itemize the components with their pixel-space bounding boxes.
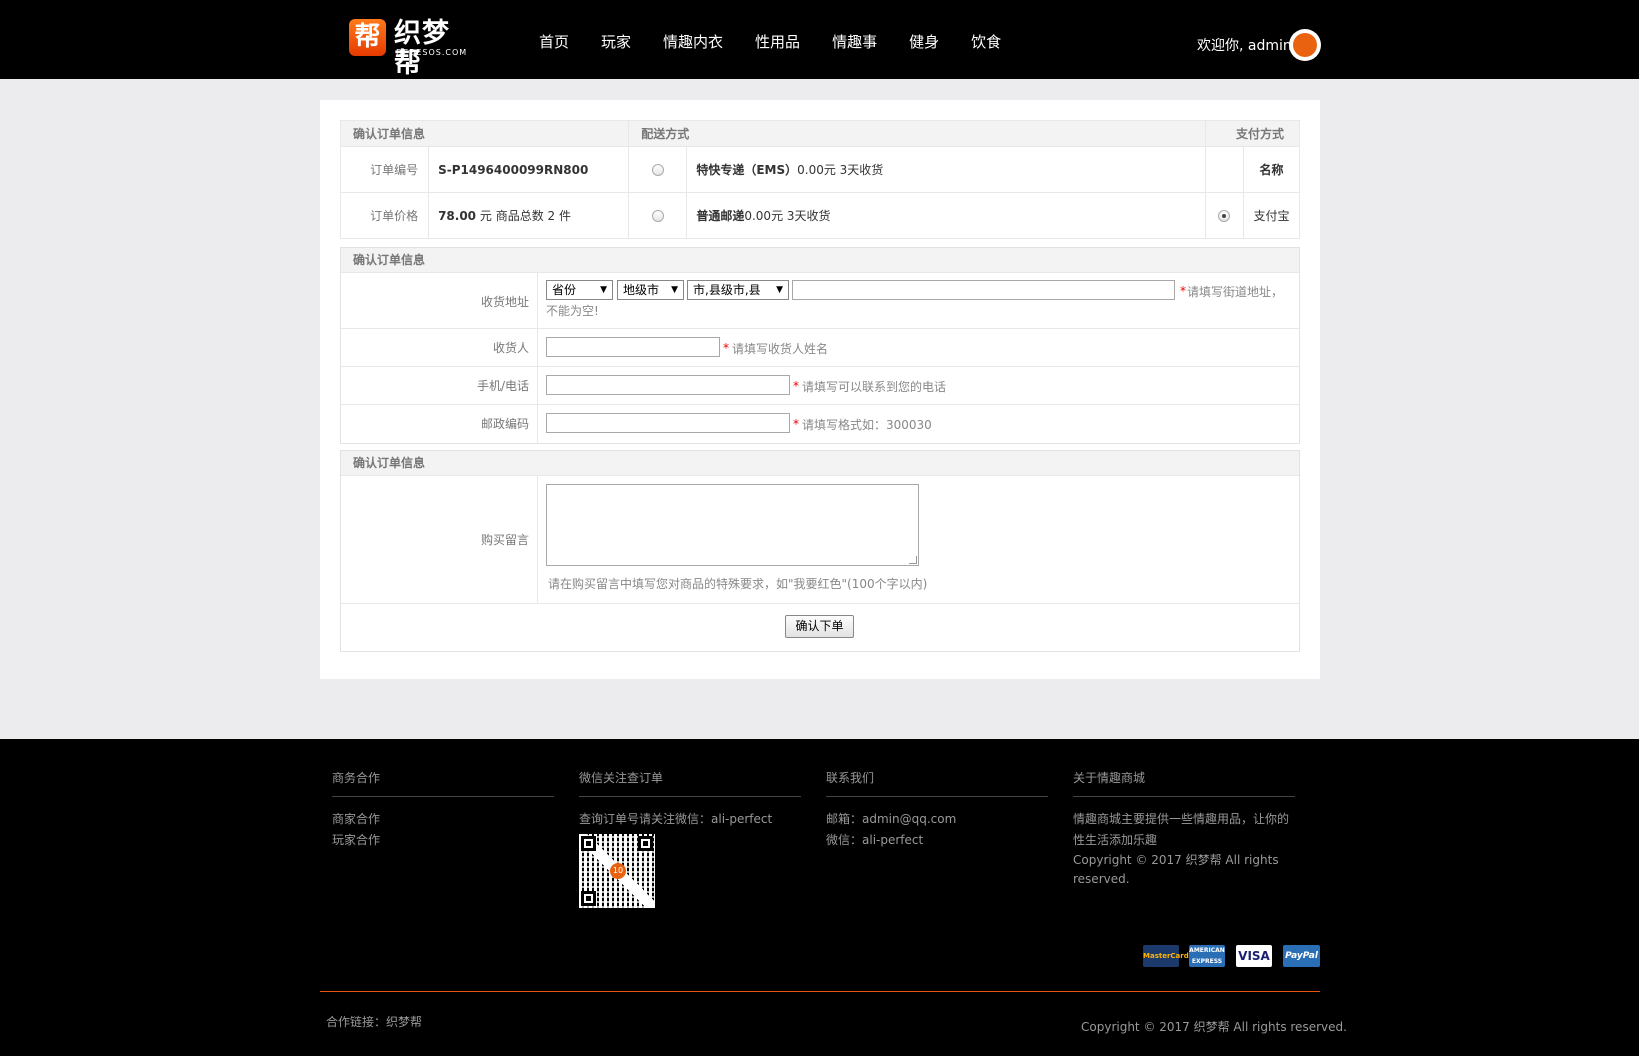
about-text-1: 情趣商城主要提供一些情趣用品，让你的 <box>1073 812 1290 826</box>
order-no-label: 订单编号 <box>339 146 430 193</box>
message-section-title: 确认订单信息 <box>341 451 1299 476</box>
address-hint-2: 不能为空! <box>546 304 599 318</box>
visa-icon: VISA <box>1236 945 1272 967</box>
about-text-2: 性生活添加乐趣 <box>1073 833 1158 847</box>
message-textarea[interactable] <box>546 484 919 566</box>
receiver-label: 收货人 <box>492 341 529 355</box>
footer-col-title: 商务合作 <box>332 769 554 797</box>
order-price-value: 78.00 元 商品总数 2 件 <box>428 192 630 239</box>
receiver-input[interactable] <box>546 337 720 357</box>
phone-label: 手机/电话 <box>476 379 529 393</box>
payment-name-header: 名称 <box>1242 146 1301 193</box>
order-price-label: 订单价格 <box>339 192 430 239</box>
nav-item-lingerie[interactable]: 情趣内衣 <box>651 0 735 79</box>
qr-code-icon: 10 <box>579 834 655 908</box>
zip-input[interactable] <box>546 413 790 433</box>
phone-row: 手机/电话 * 请填写可以联系到您的电话 <box>341 367 1299 405</box>
nav-item-home[interactable]: 首页 <box>527 0 581 79</box>
wechat-text: 查询订单号请关注微信：ali-perfect <box>579 812 773 826</box>
nav-item-stories[interactable]: 情趣事 <box>820 0 889 79</box>
confirm-order-button[interactable]: 确认下单 <box>785 615 854 638</box>
footer-col-about: 关于情趣商城 情趣商城主要提供一些情趣用品，让你的 性生活添加乐趣 Copyri… <box>1073 769 1295 889</box>
footer-col-contact: 联系我们 邮箱：admin@qq.com 微信：ali-perfect <box>826 769 1048 851</box>
footer-copyright: Copyright © 2017 织梦帮 All rights reserved… <box>1081 1020 1347 1034</box>
footer-link-merchant[interactable]: 商家合作 <box>332 809 554 830</box>
shipping-radio-normal[interactable] <box>651 210 664 222</box>
site-footer: 商务合作 商家合作 玩家合作 微信关注查订单 查询订单号请关注微信：ali-pe… <box>0 739 1639 1056</box>
required-star: * <box>793 417 799 431</box>
paypal-icon: PayPal <box>1283 945 1320 967</box>
address-hint: 请填写街道地址， <box>1187 285 1284 299</box>
main-nav: 首页 玩家 情趣内衣 性用品 情趣事 健身 饮食 <box>527 0 1021 79</box>
phone-input[interactable] <box>546 375 790 395</box>
payment-alipay-label: 支付宝 <box>1242 192 1301 239</box>
footer-col-title: 联系我们 <box>826 769 1048 797</box>
order-summary-table: 确认订单信息 配送方式 支付方式 订单编号 S-P1496400099RN800… <box>339 120 1301 239</box>
user-avatar[interactable] <box>1289 29 1321 61</box>
zip-label: 邮政编码 <box>480 417 529 431</box>
receiver-row: 收货人 * 请填写收货人姓名 <box>341 329 1299 367</box>
nav-item-products[interactable]: 性用品 <box>743 0 812 79</box>
required-star: * <box>793 379 799 393</box>
footer-divider <box>320 991 1320 992</box>
address-section: 确认订单信息 收货地址 省份 地级市 市,县级市,县 * 请填写街道地址， 不能… <box>340 247 1300 444</box>
receiver-hint: 请填写收货人姓名 <box>732 342 829 356</box>
shipping-option-2[interactable] <box>628 192 688 239</box>
nav-item-fitness[interactable]: 健身 <box>897 0 951 79</box>
partner-link[interactable]: 合作链接：织梦帮 <box>326 1013 422 1030</box>
street-address-input[interactable] <box>792 280 1175 300</box>
address-row: 收货地址 省份 地级市 市,县级市,县 * 请填写街道地址， 不能为空! <box>341 273 1299 329</box>
welcome-text: 欢迎你, admin <box>1197 38 1292 54</box>
order-no-value: S-P1496400099RN800 <box>428 146 630 193</box>
footer-col-business: 商务合作 商家合作 玩家合作 <box>332 769 554 851</box>
zip-hint: 请填写格式如：300030 <box>802 418 932 432</box>
message-label: 购买留言 <box>480 533 529 547</box>
logo-badge-icon: 帮 <box>349 19 386 56</box>
about-copyright-1: Copyright © 2017 织梦帮 All rights <box>1073 853 1279 867</box>
footer-col-wechat: 微信关注查订单 查询订单号请关注微信：ali-perfect 10 <box>579 769 801 908</box>
city-select[interactable]: 地级市 <box>617 280 684 300</box>
shipping-option-1[interactable] <box>628 146 688 193</box>
contact-wechat: 微信：ali-perfect <box>826 833 924 847</box>
about-copyright-2: reserved. <box>1073 872 1130 886</box>
amex-icon: AMERICAN EXPRESS <box>1189 945 1225 967</box>
contact-email: 邮箱：admin@qq.com <box>826 812 957 826</box>
shipping-radio-ems[interactable] <box>651 164 664 176</box>
mastercard-icon: MasterCard <box>1143 945 1189 967</box>
message-hint: 请在购买留言中填写您对商品的特殊要求，如"我要红色"(100个字以内) <box>548 577 928 591</box>
zip-row: 邮政编码 * 请填写格式如：300030 <box>341 405 1299 443</box>
payment-option[interactable] <box>1204 192 1244 239</box>
order-info-header: 确认订单信息 <box>339 120 630 147</box>
payment-radio-alipay[interactable] <box>1218 210 1231 222</box>
nav-item-food[interactable]: 饮食 <box>959 0 1013 79</box>
required-star: * <box>723 341 729 355</box>
shipping-ems-label: 特快专递（EMS）0.00元 3天收货 <box>686 146 1206 193</box>
footer-col-title: 微信关注查订单 <box>579 769 801 797</box>
qr-badge: 10 <box>610 863 626 879</box>
top-header: 帮 织梦帮 DEDESOS.COM 首页 玩家 情趣内衣 性用品 情趣事 健身 … <box>0 0 1639 79</box>
county-select[interactable]: 市,县级市,县 <box>687 280 789 300</box>
shipping-header: 配送方式 <box>628 120 1206 147</box>
message-row: 购买留言 请在购买留言中填写您对商品的特殊要求，如"我要红色"(100个字以内) <box>341 476 1299 604</box>
payment-empty-cell <box>1204 146 1244 193</box>
payment-header: 支付方式 <box>1204 120 1301 147</box>
required-star: * <box>1180 284 1186 298</box>
phone-hint: 请填写可以联系到您的电话 <box>802 380 947 394</box>
nav-item-players[interactable]: 玩家 <box>589 0 643 79</box>
address-label: 收货地址 <box>480 295 529 309</box>
logo-subtext: DEDESOS.COM <box>396 48 468 57</box>
shipping-normal-label: 普通邮递0.00元 3天收货 <box>686 192 1206 239</box>
site-logo[interactable]: 帮 织梦帮 DEDESOS.COM <box>349 19 474 79</box>
province-select[interactable]: 省份 <box>546 280 613 300</box>
address-section-title: 确认订单信息 <box>341 248 1299 273</box>
footer-col-title: 关于情趣商城 <box>1073 769 1295 797</box>
footer-link-player[interactable]: 玩家合作 <box>332 830 554 851</box>
